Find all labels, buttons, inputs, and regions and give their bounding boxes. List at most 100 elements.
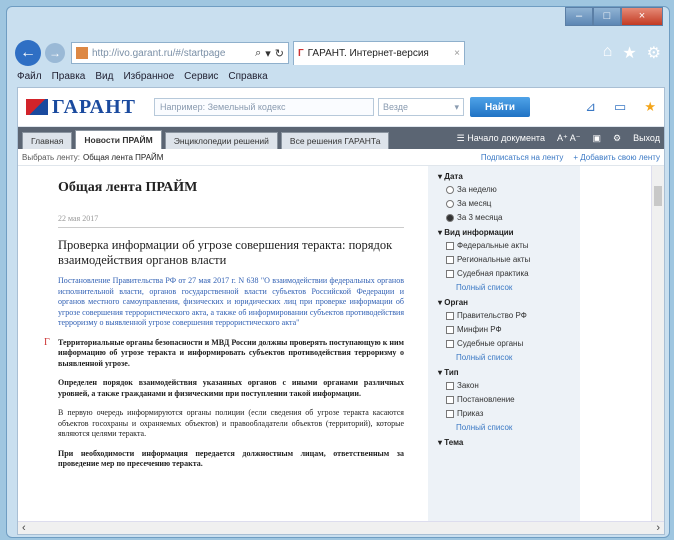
refresh-icon[interactable]: ↻ (275, 47, 284, 60)
checkbox[interactable] (446, 269, 454, 278)
checkbox[interactable] (446, 381, 454, 390)
address-bar[interactable]: http://ivo.garant.ru/#/startpage ⌕ ▾ ↻ (71, 42, 289, 64)
checkbox[interactable] (446, 409, 454, 418)
radio-month[interactable]: За месяц (446, 199, 570, 208)
search-input[interactable]: Например: Земельный кодекс (154, 98, 374, 116)
subscribe-link[interactable]: Подписаться на ленту (481, 153, 564, 162)
tab-all-solutions[interactable]: Все решения ГАРАНТа (280, 132, 390, 149)
browser-tab[interactable]: Г ГАРАНТ. Интернет-версия × (293, 41, 465, 65)
find-button[interactable]: Найти (470, 97, 530, 117)
paragraph-text: Территориальные органы безопасности и МВ… (58, 337, 404, 368)
radio-week[interactable]: За неделю (446, 185, 570, 194)
checkbox[interactable] (446, 325, 454, 334)
checkbox[interactable] (446, 255, 454, 264)
full-list-link[interactable]: Полный список (456, 283, 570, 292)
checkbox-option[interactable]: Судебная практика (446, 269, 570, 278)
menu-favorites[interactable]: Избранное (123, 71, 174, 85)
article: Общая лента ПРАЙМ 22 мая 2017 Проверка и… (44, 180, 404, 470)
option-label: Минфин РФ (457, 325, 502, 334)
menu-help[interactable]: Справка (228, 71, 267, 85)
home-icon[interactable]: ⌂ (603, 43, 613, 63)
option-label: Приказ (457, 409, 484, 418)
scroll-left-icon[interactable]: ‹ (22, 522, 26, 534)
menu-tools[interactable]: Сервис (184, 71, 218, 85)
filter-organ-title[interactable]: ▾ Орган (438, 298, 570, 307)
add-feed-link[interactable]: + Добавить свою ленту (573, 153, 660, 162)
option-label: Федеральные акты (457, 241, 529, 250)
horizontal-scrollbar[interactable]: ‹ › (18, 521, 664, 534)
checkbox[interactable] (446, 339, 454, 348)
filter-type-title[interactable]: ▾ Вид информации (438, 228, 570, 237)
article-headline[interactable]: Проверка информации об угрозе совершения… (58, 238, 404, 268)
checkbox-option[interactable]: Правительство РФ (446, 311, 570, 320)
checkbox-option[interactable]: Региональные акты (446, 255, 570, 264)
radio-button[interactable] (446, 185, 454, 194)
close-tab-icon[interactable]: × (454, 48, 460, 59)
forward-button[interactable]: → (45, 43, 65, 63)
checkbox-option[interactable]: Приказ (446, 409, 570, 418)
menu-bar: Файл Правка Вид Избранное Сервис Справка (17, 71, 661, 85)
section-label: Вид информации (444, 228, 514, 237)
filter-topic: ▾ Тема (438, 438, 570, 447)
menu-view[interactable]: Вид (95, 71, 113, 85)
font-size-button[interactable]: A⁺ A⁻ (557, 133, 581, 144)
checkbox-option[interactable]: Минфин РФ (446, 325, 570, 334)
filter-doctype-title[interactable]: ▾ Тип (438, 368, 570, 377)
menu-edit[interactable]: Правка (52, 71, 86, 85)
gear-icon[interactable]: ⚙ (647, 43, 661, 63)
article-paragraph: Определен порядок взаимодействия указанн… (58, 378, 404, 399)
filter-topic-title[interactable]: ▾ Тема (438, 438, 570, 447)
garant-marker-icon: Г (44, 336, 50, 348)
browser-window: – □ × ← → http://ivo.garant.ru/#/startpa… (6, 6, 670, 538)
dropdown-icon[interactable]: ▾ (265, 47, 271, 60)
article-lead-link[interactable]: Постановление Правительства РФ от 27 мая… (58, 276, 404, 329)
article-paragraph: В первую очередь информируются органы по… (58, 408, 404, 438)
filter-organ: ▾ Орган Правительство РФ Минфин РФ Судеб… (438, 298, 570, 362)
tab-home[interactable]: Главная (22, 132, 73, 149)
checkbox-option[interactable]: Закон (446, 381, 570, 390)
maximize-button[interactable]: □ (593, 7, 621, 26)
settings-icon[interactable]: ⚙ (613, 133, 621, 144)
close-button[interactable]: × (621, 7, 663, 26)
chart-icon[interactable]: ⊿ (585, 99, 596, 115)
checkbox-option[interactable]: Судебные органы (446, 339, 570, 348)
search-scope-select[interactable]: Везде ▾ (378, 98, 464, 116)
option-label: Постановление (457, 395, 515, 404)
section-label: Тема (444, 438, 464, 447)
feed-label: Выбрать ленту: (22, 152, 80, 162)
feed-value[interactable]: Общая лента ПРАЙМ (83, 153, 163, 162)
checkbox[interactable] (446, 395, 454, 404)
filter-date-title[interactable]: ▾ Дата (438, 172, 570, 181)
doc-start-button[interactable]: ☰ Начало документа (457, 133, 545, 144)
menu-file[interactable]: Файл (17, 71, 42, 85)
full-list-link[interactable]: Полный список (456, 353, 570, 362)
article-paragraph: При необходимости информация передается … (58, 449, 404, 470)
docs-icon[interactable]: ▭ (614, 99, 626, 115)
option-label: За месяц (457, 199, 492, 208)
back-button[interactable]: ← (15, 40, 41, 66)
exit-button[interactable]: Выход (633, 133, 660, 143)
radio-button[interactable] (446, 199, 454, 208)
favorites-star-icon[interactable]: ★ (622, 43, 636, 63)
radio-3months[interactable]: За 3 месяца (446, 213, 570, 222)
checkbox[interactable] (446, 241, 454, 250)
radio-button-selected[interactable] (446, 213, 454, 222)
tab-encyclopedia[interactable]: Энциклопедии решений (164, 132, 278, 149)
search-icon[interactable]: ⌕ (255, 47, 261, 60)
browser-icons: ⌂ ★ ⚙ (603, 43, 661, 63)
checkbox-option[interactable]: Постановление (446, 395, 570, 404)
page-title: Общая лента ПРАЙМ (58, 180, 198, 195)
checkbox-option[interactable]: Федеральные акты (446, 241, 570, 250)
bookmarks-star-icon[interactable]: ★ (644, 99, 656, 115)
checkbox[interactable] (446, 311, 454, 320)
vertical-scrollbar[interactable] (651, 166, 664, 534)
full-list-link[interactable]: Полный список (456, 423, 570, 432)
scroll-right-icon[interactable]: › (656, 522, 660, 534)
minimize-button[interactable]: – (565, 7, 593, 26)
site-favicon-icon (76, 47, 88, 59)
scroll-thumb[interactable] (654, 186, 662, 206)
tab-news-prime[interactable]: Новости ПРАЙМ (75, 130, 162, 149)
garant-logo[interactable]: ГАРАНТ (26, 96, 136, 119)
print-icon[interactable]: ▣ (592, 133, 601, 144)
option-label: Судебные органы (457, 339, 524, 348)
